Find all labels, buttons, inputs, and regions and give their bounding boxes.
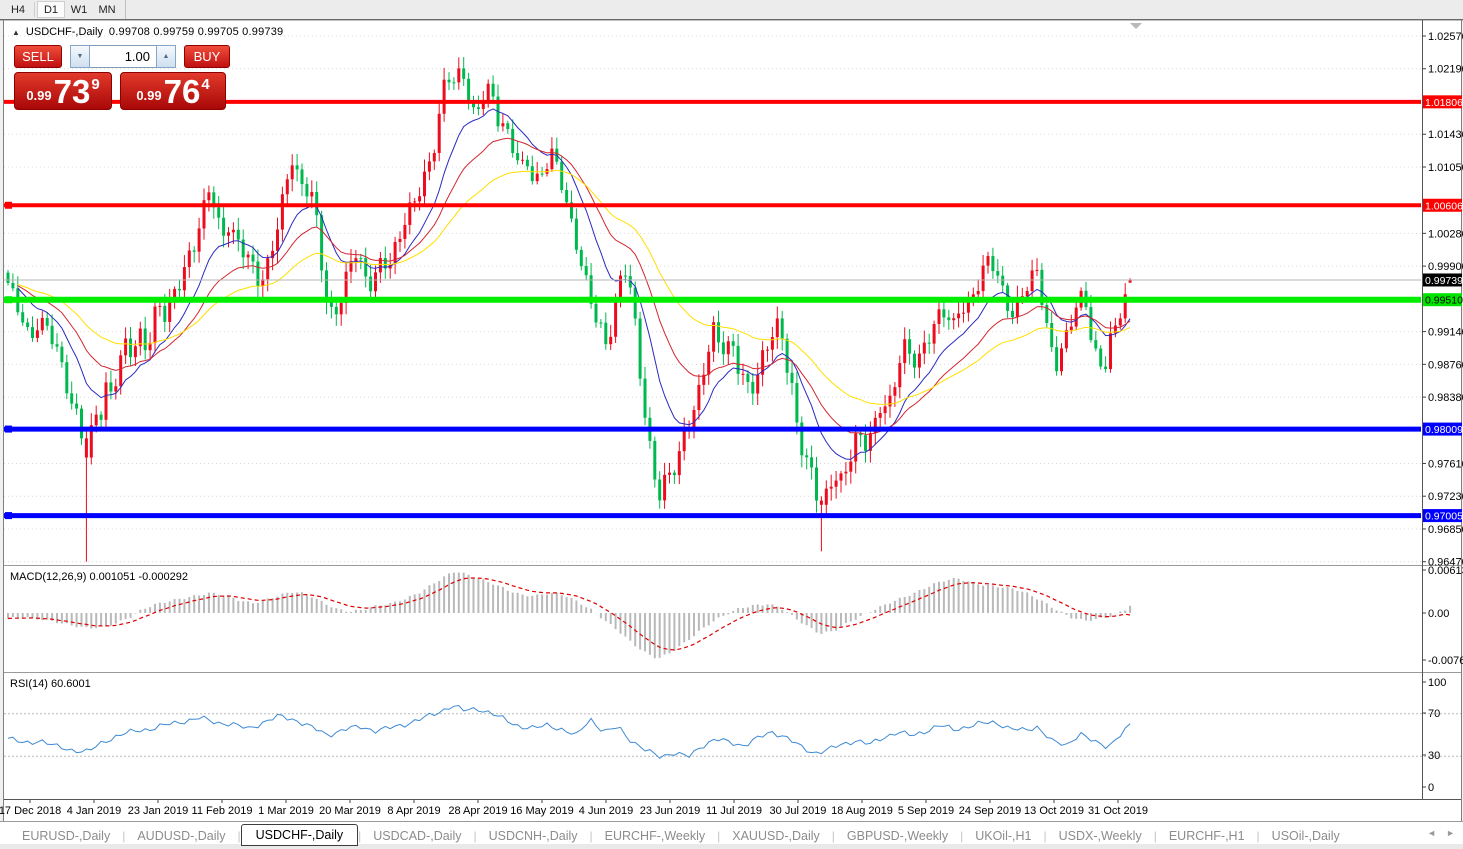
svg-text:-0.0076122: -0.0076122 — [1428, 655, 1463, 667]
svg-text:1.01430: 1.01430 — [1428, 129, 1463, 141]
svg-text:0.99739: 0.99739 — [1425, 275, 1463, 287]
svg-text:1.01806: 1.01806 — [1425, 97, 1463, 109]
svg-text:0.97005: 0.97005 — [1425, 511, 1463, 523]
svg-text:11 Feb 2019: 11 Feb 2019 — [192, 805, 253, 817]
buy-button[interactable]: BUY — [184, 45, 230, 68]
svg-text:70: 70 — [1428, 708, 1440, 720]
tab-usdcnh-daily[interactable]: USDCNH-,Daily — [477, 827, 590, 845]
tab-eurusd-daily[interactable]: EURUSD-,Daily — [10, 827, 122, 845]
collapse-quotes-icon[interactable]: ▲ — [12, 28, 20, 37]
svg-text:1.00280: 1.00280 — [1428, 228, 1463, 240]
price-badge: 0.98009 — [1423, 423, 1463, 437]
price-badge: 1.01806 — [1423, 95, 1463, 109]
sell-price-pip: 9 — [91, 76, 99, 93]
svg-text:30 Jul 2019: 30 Jul 2019 — [770, 805, 827, 817]
chart-tab-bar: EURUSD-,Daily|AUDUSD-,Daily|USDCHF-,Dail… — [0, 821, 1463, 849]
chart-symbol-title: USDCHF-,Daily — [26, 26, 103, 38]
terminal-window: H4 D1 W1 MN 1.025701.021901.014301.01050… — [0, 0, 1463, 849]
svg-text:0.00613: 0.00613 — [1428, 565, 1463, 577]
svg-text:0.98760: 0.98760 — [1428, 359, 1463, 371]
tab-usdcad-daily[interactable]: USDCAD-,Daily — [361, 827, 473, 845]
svg-text:24 Sep 2019: 24 Sep 2019 — [959, 805, 1021, 817]
svg-text:0.97610: 0.97610 — [1428, 458, 1463, 470]
buy-price-big: 76 — [164, 77, 201, 107]
sell-price-prefix: 0.99 — [26, 88, 51, 103]
tab-ukoil-h1[interactable]: UKOil-,H1 — [963, 827, 1043, 845]
tab-usdx-weekly[interactable]: USDX-,Weekly — [1047, 827, 1154, 845]
sell-price-button[interactable]: 0.99 73 9 — [14, 72, 112, 110]
svg-text:1.01050: 1.01050 — [1428, 162, 1463, 174]
svg-text:5 Sep 2019: 5 Sep 2019 — [898, 805, 954, 817]
chart-ohlc-values: 0.99708 0.99759 0.99705 0.99739 — [109, 26, 283, 38]
svg-text:23 Jun 2019: 23 Jun 2019 — [640, 805, 701, 817]
volume-decrease-button[interactable]: ▼ — [70, 45, 90, 68]
volume-input[interactable]: 1.00 — [90, 45, 156, 68]
svg-text:1 Mar 2019: 1 Mar 2019 — [258, 805, 314, 817]
macd-label: MACD(12,26,9) 0.001051 -0.000292 — [10, 571, 188, 583]
svg-text:0.98009: 0.98009 — [1425, 424, 1463, 436]
svg-text:1.00606: 1.00606 — [1425, 200, 1463, 212]
sell-price-big: 73 — [54, 77, 91, 107]
trade-controls-row: SELL ▼ 1.00 ▲ BUY — [14, 45, 230, 68]
svg-text:0.99900: 0.99900 — [1428, 261, 1463, 273]
volume-increase-button[interactable]: ▲ — [156, 45, 176, 68]
price-badge: 0.99739 — [1423, 273, 1463, 287]
price-badge: 0.97005 — [1423, 509, 1463, 522]
svg-text:4 Jan 2019: 4 Jan 2019 — [67, 805, 121, 817]
svg-text:0: 0 — [1428, 782, 1434, 794]
svg-text:1.02190: 1.02190 — [1428, 64, 1463, 76]
svg-text:0.97230: 0.97230 — [1428, 491, 1463, 503]
svg-text:20 Mar 2019: 20 Mar 2019 — [319, 805, 381, 817]
chart-header: ▲ USDCHF-,Daily 0.99708 0.99759 0.99705 … — [12, 26, 283, 38]
tab-eurchf-h1[interactable]: EURCHF-,H1 — [1157, 827, 1257, 845]
svg-text:30: 30 — [1428, 750, 1440, 762]
one-click-trading-panel: SELL ▼ 1.00 ▲ BUY 0.99 73 9 0.99 76 4 — [14, 45, 230, 110]
svg-text:13 Oct 2019: 13 Oct 2019 — [1024, 805, 1084, 817]
svg-text:31 Oct 2019: 31 Oct 2019 — [1088, 805, 1148, 817]
svg-text:100: 100 — [1428, 677, 1446, 689]
price-badge: 1.00606 — [1423, 199, 1463, 213]
svg-text:0.99140: 0.99140 — [1428, 327, 1463, 339]
price-badge: 0.99510 — [1423, 293, 1463, 307]
svg-text:28 Apr 2019: 28 Apr 2019 — [448, 805, 507, 817]
svg-text:4 Jun 2019: 4 Jun 2019 — [579, 805, 633, 817]
tab-xauusd-daily[interactable]: XAUUSD-,Daily — [720, 827, 832, 845]
tab-eurchf-weekly[interactable]: EURCHF-,Weekly — [593, 827, 717, 845]
svg-text:0.99510: 0.99510 — [1425, 295, 1463, 307]
svg-text:0.98380: 0.98380 — [1428, 392, 1463, 404]
svg-text:0.96850: 0.96850 — [1428, 524, 1463, 536]
tab-gbpusd-weekly[interactable]: GBPUSD-,Weekly — [835, 827, 960, 845]
trade-price-row: 0.99 73 9 0.99 76 4 — [14, 72, 230, 110]
svg-text:1.02570: 1.02570 — [1428, 31, 1463, 43]
buy-price-button[interactable]: 0.99 76 4 — [120, 72, 226, 110]
svg-text:0.00: 0.00 — [1428, 608, 1449, 620]
tab-usdchf-daily[interactable]: USDCHF-,Daily — [241, 824, 359, 846]
tab-audusd-daily[interactable]: AUDUSD-,Daily — [125, 827, 237, 845]
chart-background — [3, 20, 1462, 821]
svg-text:8 Apr 2019: 8 Apr 2019 — [387, 805, 440, 817]
tab-usoil-daily[interactable]: USOil-,Daily — [1260, 827, 1352, 845]
tab-scroll-right-icon[interactable]: ► — [1446, 828, 1455, 838]
buy-price-pip: 4 — [201, 76, 209, 93]
svg-text:11 Jul 2019: 11 Jul 2019 — [706, 805, 762, 817]
tab-scroll-left-icon[interactable]: ◄ — [1427, 828, 1436, 838]
svg-text:18 Aug 2019: 18 Aug 2019 — [831, 805, 893, 817]
rsi-label: RSI(14) 60.6001 — [10, 678, 91, 690]
svg-text:16 May 2019: 16 May 2019 — [510, 805, 574, 817]
svg-text:23 Jan 2019: 23 Jan 2019 — [128, 805, 189, 817]
chart-surface[interactable]: 1.025701.021901.014301.010501.002800.999… — [0, 0, 1463, 849]
volume-stepper: ▼ 1.00 ▲ — [70, 45, 176, 68]
buy-price-prefix: 0.99 — [136, 88, 161, 103]
tab-scroll-arrows: ◄ ► — [1427, 828, 1455, 838]
svg-text:17 Dec 2018: 17 Dec 2018 — [0, 805, 61, 817]
sell-button[interactable]: SELL — [14, 45, 62, 68]
